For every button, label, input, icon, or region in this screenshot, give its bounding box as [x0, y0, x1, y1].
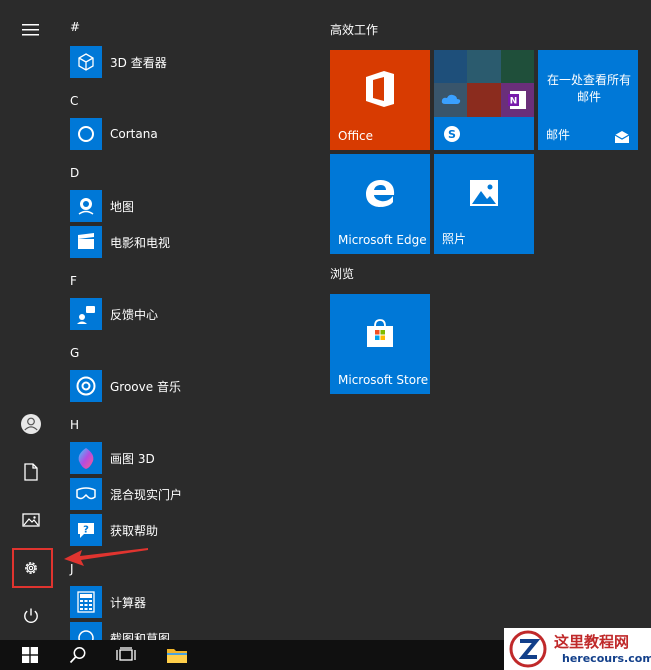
mail-tile-text: 在一处查看所有邮件	[546, 73, 631, 104]
app-calculator[interactable]: 计算器	[70, 586, 146, 618]
watermark: 这里教程网 herecours.com	[504, 628, 651, 670]
start-rail	[0, 0, 62, 640]
edge-icon	[366, 180, 395, 207]
app-label: Groove 音乐	[110, 379, 181, 394]
office-icon	[366, 71, 394, 107]
section-header-f[interactable]: F	[70, 274, 77, 288]
tile-label: Microsoft Edge	[338, 233, 427, 247]
search-button[interactable]	[62, 640, 94, 670]
groove-music-icon	[76, 376, 96, 396]
pictures-button[interactable]	[6, 500, 56, 540]
app-feedback-hub[interactable]: 反馈中心	[70, 298, 158, 330]
app-label: Cortana	[110, 127, 158, 141]
task-view-icon	[116, 647, 136, 661]
app-groove-music[interactable]: Groove 音乐	[70, 370, 181, 402]
expand-menu-button[interactable]	[6, 10, 56, 50]
windows-logo-icon	[22, 647, 38, 663]
app-label: 获取帮助	[110, 523, 159, 538]
app-label: 电影和电视	[110, 235, 171, 250]
app-label: 截图和草图	[110, 631, 171, 641]
power-icon	[24, 608, 38, 623]
tile-microsoft-edge[interactable]: Microsoft Edge	[330, 154, 430, 254]
tile-label: Office	[338, 129, 374, 143]
power-button[interactable]	[6, 596, 56, 636]
app-list: # 3D 查看器 C Cortana D 地图 电影和电视 F 反馈中心 G G…	[62, 0, 302, 640]
svg-text:?: ?	[83, 525, 89, 536]
mail-icon	[614, 131, 630, 143]
folder-icon	[167, 649, 187, 663]
user-icon	[21, 414, 41, 434]
app-paint-3d[interactable]: 画图 3D	[70, 442, 155, 474]
onenote-icon: N	[508, 91, 526, 109]
cortana-icon	[78, 126, 94, 142]
hamburger-icon	[22, 24, 39, 36]
user-account-button[interactable]	[6, 404, 56, 444]
section-header-g[interactable]: G	[70, 346, 79, 360]
movies-tv-icon	[78, 233, 94, 249]
app-label: 计算器	[110, 595, 147, 610]
app-mixed-reality-portal[interactable]: 混合现实门户	[70, 478, 182, 510]
app-maps[interactable]: 地图	[70, 190, 134, 222]
tile-mail[interactable]: 在一处查看所有邮件 邮件	[538, 50, 638, 150]
tile-office[interactable]: Office	[330, 50, 430, 150]
app-label: 反馈中心	[110, 307, 159, 322]
section-header-h[interactable]: H	[70, 418, 79, 432]
watermark-logo-icon	[509, 630, 547, 668]
file-explorer-button[interactable]	[160, 640, 194, 670]
section-header-c[interactable]: C	[70, 94, 78, 108]
store-icon	[367, 319, 393, 347]
section-header-d[interactable]: D	[70, 166, 79, 180]
app-label: 画图 3D	[110, 451, 155, 466]
document-icon	[24, 463, 38, 481]
feedback-hub-icon	[77, 306, 95, 324]
app-3d-viewer[interactable]: 3D 查看器	[70, 46, 167, 78]
tile-group-title[interactable]: 高效工作	[330, 21, 378, 38]
tile-label: 照片	[442, 232, 467, 246]
section-header-j[interactable]: J	[70, 562, 74, 576]
paint-3d-icon	[78, 448, 94, 469]
calculator-icon	[77, 591, 95, 613]
tile-group-title[interactable]: 浏览	[330, 265, 354, 282]
photos-icon	[470, 180, 498, 206]
watermark-title: 这里教程网	[554, 633, 630, 651]
search-icon	[69, 647, 86, 664]
app-label: 混合现实门户	[110, 487, 183, 502]
tile-label: Microsoft Store	[338, 373, 429, 387]
tile-label: 邮件	[546, 128, 571, 142]
svg-text:N: N	[510, 97, 518, 107]
app-snip-sketch[interactable]: 截图和草图	[70, 622, 170, 640]
task-view-button[interactable]	[110, 640, 142, 670]
app-movies-tv[interactable]: 电影和电视	[70, 226, 170, 258]
tile-photos[interactable]: 照片	[434, 154, 534, 254]
tile-microsoft-store[interactable]: Microsoft Store	[330, 294, 430, 394]
tile-productivity-folder[interactable]: N S	[434, 50, 534, 150]
app-label: 地图	[110, 199, 135, 214]
mixed-reality-icon	[76, 487, 96, 500]
snip-sketch-icon	[78, 630, 94, 640]
skype-icon: S	[444, 126, 460, 142]
pictures-icon	[22, 513, 40, 527]
watermark-site: herecours.com	[562, 652, 651, 665]
start-button[interactable]	[12, 640, 48, 670]
app-cortana[interactable]: Cortana	[70, 118, 158, 150]
app-label: 3D 查看器	[110, 55, 167, 70]
get-help-icon: ?	[78, 523, 94, 538]
svg-text:S: S	[448, 128, 456, 141]
documents-button[interactable]	[6, 452, 56, 492]
settings-highlight-box	[12, 548, 53, 588]
section-header-hash[interactable]: #	[70, 20, 80, 34]
3d-viewer-icon	[78, 53, 94, 71]
maps-icon	[78, 198, 94, 215]
app-get-help[interactable]: ? 获取帮助	[70, 514, 158, 546]
onedrive-icon	[441, 94, 461, 104]
